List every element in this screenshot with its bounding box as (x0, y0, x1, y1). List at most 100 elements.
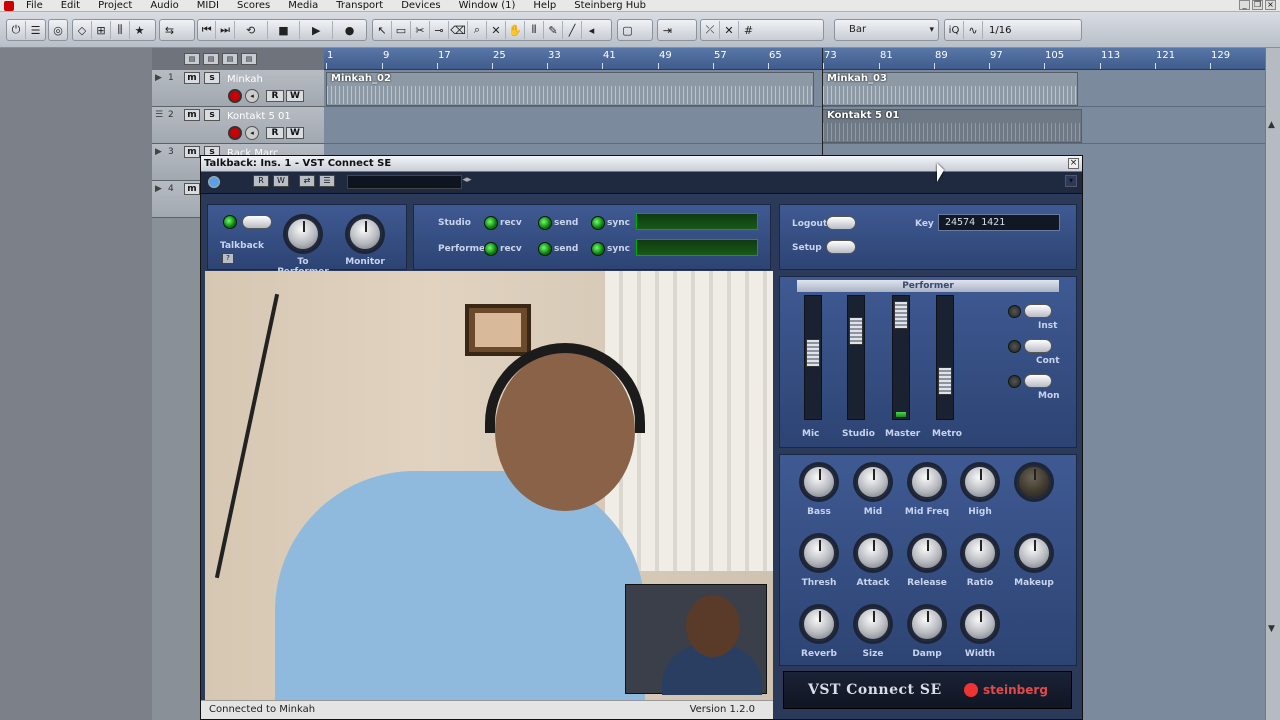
fader-mic[interactable] (804, 295, 822, 420)
project-cursor[interactable] (822, 48, 823, 168)
bypass-icon[interactable]: ⇄ (299, 175, 315, 187)
thresh-knob[interactable] (802, 536, 836, 570)
close-icon[interactable]: × (1068, 158, 1079, 169)
grid-view-icon[interactable]: ⊞ (92, 21, 111, 39)
key-field[interactable]: 24574 1421 (938, 214, 1060, 231)
high-knob[interactable] (963, 465, 997, 499)
monitor-knob[interactable] (348, 217, 382, 251)
collapse-icon[interactable]: ▾ (1065, 175, 1077, 187)
scroll-down-icon[interactable]: ▼ (1268, 624, 1275, 634)
zoom-tool-icon[interactable]: ⌕ (468, 21, 487, 39)
mon-toggle[interactable] (1024, 374, 1052, 388)
power-icon[interactable] (208, 176, 220, 188)
minimize-icon[interactable]: _ (1239, 0, 1250, 10)
midi-event[interactable]: Kontakt 5 01 (822, 109, 1082, 143)
audio-event[interactable]: Minkah_02 (326, 72, 814, 106)
mid-freq-knob[interactable] (910, 465, 944, 499)
quantize-value-select[interactable]: 1/16 (983, 25, 1011, 36)
menu-edit[interactable]: Edit (52, 0, 89, 12)
erase-tool-icon[interactable]: ⌫ (449, 21, 468, 39)
menu-scores[interactable]: Scores (228, 0, 279, 12)
snap-x-icon[interactable]: ✕ (720, 21, 739, 39)
autoscroll-icon[interactable]: ⇥ (658, 21, 677, 39)
track-tool-1-icon[interactable]: ▤ (184, 53, 200, 65)
menu-devices[interactable]: Devices (392, 0, 449, 12)
track-name[interactable]: Kontakt 5 01 (227, 111, 291, 122)
width-knob[interactable] (963, 607, 997, 641)
quantize-mode-select[interactable]: Bar (834, 19, 939, 41)
restore-icon[interactable]: ❐ (1252, 0, 1263, 10)
write-automation-button[interactable]: W (286, 127, 304, 139)
snap-onoff-icon[interactable]: ⤫ (701, 21, 720, 39)
audio-event[interactable]: Minkah_03 (822, 72, 1078, 106)
menu-audio[interactable]: Audio (141, 0, 187, 12)
record-icon[interactable]: ● (333, 21, 366, 39)
line-tool-icon[interactable]: ╱ (563, 21, 582, 39)
quantize-curve-icon[interactable]: ∿ (964, 21, 983, 39)
release-knob[interactable] (910, 536, 944, 570)
expand-icon[interactable]: ▶ (155, 147, 162, 157)
track-tool-2-icon[interactable]: ▤ (203, 53, 219, 65)
grid-icon[interactable]: # (739, 21, 758, 39)
monitor-button[interactable]: ◂ (245, 89, 259, 103)
expand-icon[interactable]: ▶ (155, 73, 162, 83)
settings-icon[interactable]: ☰ (319, 175, 335, 187)
read-button[interactable]: R (253, 175, 269, 187)
glue-tool-icon[interactable]: ⊸ (430, 21, 449, 39)
fader-studio[interactable] (847, 295, 865, 420)
hand-tool-icon[interactable]: ✋ (506, 21, 525, 39)
record-enable-button[interactable] (228, 89, 242, 103)
stop-icon[interactable]: ■ (268, 21, 301, 39)
mute-button[interactable]: m (184, 72, 200, 84)
menu-file[interactable]: File (17, 0, 52, 12)
track-row[interactable]: ☰ 2 m s Kontakt 5 01 ◂ R W (152, 107, 324, 144)
mixer-icon[interactable]: ⫼ (111, 21, 130, 39)
range-tool-icon[interactable]: ▭ (392, 21, 411, 39)
logout-button[interactable] (826, 216, 856, 230)
menu-media[interactable]: Media (279, 0, 327, 12)
monitor-button[interactable]: ◂ (245, 126, 259, 140)
ratio-knob[interactable] (963, 536, 997, 570)
write-button[interactable]: W (273, 175, 289, 187)
expand-icon[interactable]: ▶ (155, 184, 162, 194)
plugin-title-bar[interactable]: Talkback: Ins. 1 - VST Connect SE (201, 156, 1082, 172)
fader-cap[interactable] (894, 301, 908, 329)
timewarp-tool-icon[interactable]: ⫴ (525, 21, 544, 39)
favorite-icon[interactable]: ★ (130, 21, 149, 39)
snap-icon[interactable]: ⇆ (160, 21, 179, 39)
damp-knob[interactable] (910, 607, 944, 641)
preset-field[interactable] (347, 175, 462, 189)
fader-cap[interactable] (938, 367, 952, 395)
menu-midi[interactable]: MIDI (188, 0, 228, 12)
fader-master[interactable] (892, 295, 910, 420)
color-tool-icon[interactable]: ▢ (618, 21, 637, 39)
write-automation-button[interactable]: W (286, 90, 304, 102)
talkback-button[interactable] (242, 215, 272, 229)
activate-project-icon[interactable]: ⏻ (7, 21, 26, 39)
read-automation-button[interactable]: R (266, 127, 284, 139)
mid-knob[interactable] (856, 465, 890, 499)
record-enable-button[interactable] (228, 126, 242, 140)
menu-window[interactable]: Window (1) (450, 0, 525, 12)
track-tool-4-icon[interactable]: ▤ (241, 53, 257, 65)
mute-button[interactable]: m (184, 109, 200, 121)
eq-extra-knob[interactable] (1017, 465, 1051, 499)
setup-button[interactable] (826, 240, 856, 254)
size-knob[interactable] (856, 607, 890, 641)
iq-button[interactable]: iQ (945, 21, 964, 39)
menu-transport[interactable]: Transport (327, 0, 392, 12)
speaker-tool-icon[interactable]: ◂ (582, 21, 601, 39)
fader-cap[interactable] (806, 339, 820, 367)
bass-knob[interactable] (802, 465, 836, 499)
fader-cap[interactable] (849, 317, 863, 345)
makeup-knob[interactable] (1017, 536, 1051, 570)
read-automation-button[interactable]: R (266, 90, 284, 102)
cycle-icon[interactable]: ⟲ (235, 21, 268, 39)
constrain-delay-icon[interactable]: ☰ (26, 21, 45, 39)
mute-tool-icon[interactable]: ✕ (487, 21, 506, 39)
attack-knob[interactable] (856, 536, 890, 570)
solo-button[interactable]: s (204, 109, 220, 121)
solo-button[interactable]: s (204, 72, 220, 84)
fader-metro[interactable] (936, 295, 954, 420)
reverb-knob[interactable] (802, 607, 836, 641)
